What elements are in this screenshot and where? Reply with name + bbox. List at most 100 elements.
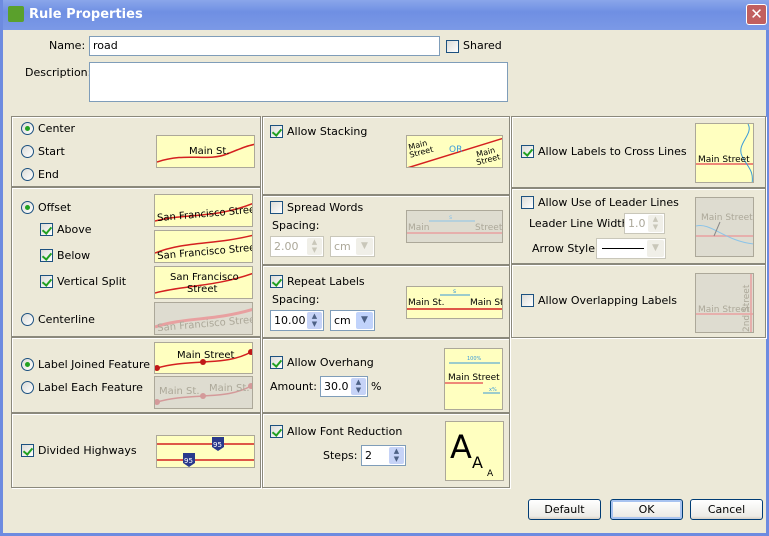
- leader-width-spinner[interactable]: 1.0 ▲ ▼: [624, 213, 665, 234]
- center-radio[interactable]: [21, 122, 34, 135]
- cross-lines-panel: Allow Labels to Cross Lines Main Street: [511, 116, 766, 188]
- divided-highways-preview: 95 95: [156, 435, 255, 468]
- divided-highways-label: Divided Highways: [38, 444, 137, 457]
- arrow-style-select[interactable]: ▼: [596, 238, 666, 259]
- overlapping-label: Allow Overlapping Labels: [538, 294, 677, 307]
- default-button[interactable]: Default: [528, 499, 601, 520]
- cancel-button[interactable]: Cancel: [690, 499, 763, 520]
- vertical-split-preview: San Francisco Street: [154, 266, 253, 299]
- centerline-preview: San Francisco Street: [154, 302, 253, 335]
- svg-text:Street: Street: [475, 223, 503, 233]
- repeat-spacing-spinner[interactable]: 10.00 ▲ ▼: [270, 310, 324, 331]
- overhang-amount-spinner[interactable]: 30.0 ▲ ▼: [320, 376, 368, 397]
- repeat-labels-panel: Repeat Labels Spacing: 10.00 ▲ ▼ cm ▼ s Main…: [262, 265, 510, 338]
- shared-checkbox[interactable]: [446, 40, 459, 53]
- svg-text:A: A: [450, 428, 472, 466]
- repeat-labels-checkbox[interactable]: [270, 275, 283, 288]
- divided-highways-checkbox[interactable]: [21, 444, 34, 457]
- svg-text:Main Street: Main Street: [177, 350, 235, 361]
- name-label: Name:: [49, 39, 86, 52]
- repeat-spacing-label: Spacing:: [272, 293, 320, 306]
- leader-lines-panel: Allow Use of Leader Lines Leader Line Wi…: [511, 188, 766, 264]
- arrow-style-label: Arrow Style:: [532, 242, 599, 255]
- divided-highways-panel: Divided Highways 95 95: [11, 413, 261, 488]
- position-panel: Center Start End Main St.: [11, 116, 261, 187]
- vertical-split-checkbox[interactable]: [40, 275, 53, 288]
- leader-lines-checkbox[interactable]: [521, 196, 534, 209]
- offset-radio[interactable]: [21, 201, 34, 214]
- position-preview: Main St.: [156, 135, 255, 168]
- app-icon: [8, 6, 24, 22]
- ok-button[interactable]: OK: [610, 499, 683, 520]
- percent-label: %: [371, 380, 382, 393]
- leader-lines-label: Allow Use of Leader Lines: [538, 196, 679, 209]
- repeat-labels-label: Repeat Labels: [287, 275, 365, 288]
- svg-text:Main St.: Main St.: [159, 386, 200, 397]
- close-button[interactable]: ✕: [746, 4, 767, 25]
- svg-text:Street: Street: [187, 284, 217, 295]
- svg-text:Main St.: Main St.: [470, 298, 503, 308]
- description-input[interactable]: [89, 62, 508, 102]
- svg-text:San Francisco Street: San Francisco Street: [157, 204, 253, 224]
- allow-overhang-checkbox[interactable]: [270, 356, 283, 369]
- svg-text:San Francisco: San Francisco: [170, 272, 239, 283]
- spread-words-panel: Spread Words Spacing: 2.00 ▲ ▼ cm ▼ s Main St…: [262, 195, 510, 265]
- above-checkbox[interactable]: [40, 223, 53, 236]
- steps-label: Steps:: [323, 449, 358, 462]
- window-title: Rule Properties: [29, 7, 143, 22]
- svg-text:Main: Main: [408, 223, 430, 233]
- below-checkbox[interactable]: [40, 249, 53, 262]
- svg-text:95: 95: [213, 441, 222, 449]
- overlapping-checkbox[interactable]: [521, 294, 534, 307]
- start-radio[interactable]: [21, 145, 34, 158]
- end-radio[interactable]: [21, 168, 34, 181]
- leader-lines-preview: Main Street: [695, 197, 754, 257]
- spread-words-checkbox[interactable]: [270, 201, 283, 214]
- label-each-radio[interactable]: [21, 381, 34, 394]
- svg-text:Main St.: Main St.: [189, 146, 230, 157]
- svg-text:Main Street: Main Street: [701, 213, 753, 223]
- feature-panel: Label Joined Feature Label Each Feature …: [11, 337, 261, 413]
- offset-label: Offset: [38, 201, 72, 214]
- shared-label: Shared: [463, 39, 502, 52]
- each-preview: Main St. Main St.: [154, 376, 253, 409]
- stacking-panel: Allow Stacking Main Street Main Street OR: [262, 116, 510, 195]
- font-reduction-panel: Allow Font Reduction Steps: 2 ▲ ▼ AAA: [262, 413, 510, 488]
- label-joined-radio[interactable]: [21, 358, 34, 371]
- centerline-label: Centerline: [38, 313, 95, 326]
- overhang-preview: 100% Main Street x%: [444, 348, 503, 410]
- stacking-preview: Main Street Main Street OR: [406, 135, 503, 168]
- offset-preview: San Francisco Street: [154, 194, 253, 227]
- svg-text:x%: x%: [489, 387, 497, 393]
- spread-spacing-spinner[interactable]: 2.00 ▲ ▼: [270, 236, 324, 257]
- end-label: End: [38, 168, 59, 181]
- svg-text:A: A: [472, 453, 483, 472]
- allow-font-reduction-checkbox[interactable]: [270, 425, 283, 438]
- overhang-panel: Allow Overhang Amount: 30.0 ▲ ▼ % 100% Main…: [262, 338, 510, 413]
- repeat-unit-select[interactable]: cm ▼: [330, 310, 375, 331]
- svg-text:s: s: [453, 288, 456, 295]
- spread-unit-select[interactable]: cm ▼: [330, 236, 375, 257]
- label-joined-label: Label Joined Feature: [38, 358, 150, 371]
- centerline-radio[interactable]: [21, 313, 34, 326]
- svg-text:A: A: [487, 469, 494, 479]
- svg-text:Main St.: Main St.: [209, 383, 250, 394]
- svg-text:2nd Street: 2nd Street: [742, 284, 752, 332]
- svg-text:100%: 100%: [467, 356, 482, 362]
- name-input[interactable]: road: [89, 36, 440, 56]
- svg-text:San Francisco Street: San Francisco Street: [157, 242, 253, 262]
- cross-lines-preview: Main Street: [695, 123, 754, 183]
- steps-spinner[interactable]: 2 ▲ ▼: [361, 445, 406, 466]
- allow-overhang-label: Allow Overhang: [287, 356, 374, 369]
- allow-font-reduction-label: Allow Font Reduction: [287, 425, 403, 438]
- allow-cross-lines-checkbox[interactable]: [521, 145, 534, 158]
- joined-preview: Main Street: [154, 342, 253, 374]
- spread-words-label: Spread Words: [287, 201, 364, 214]
- offset-panel: Offset Above Below Vertical Split Center…: [11, 187, 261, 337]
- label-each-label: Label Each Feature: [38, 381, 143, 394]
- allow-cross-lines-label: Allow Labels to Cross Lines: [538, 145, 687, 158]
- description-label: Description:: [25, 66, 92, 79]
- spread-spacing-label: Spacing:: [272, 219, 320, 232]
- allow-stacking-checkbox[interactable]: [270, 125, 283, 138]
- center-label: Center: [38, 122, 76, 135]
